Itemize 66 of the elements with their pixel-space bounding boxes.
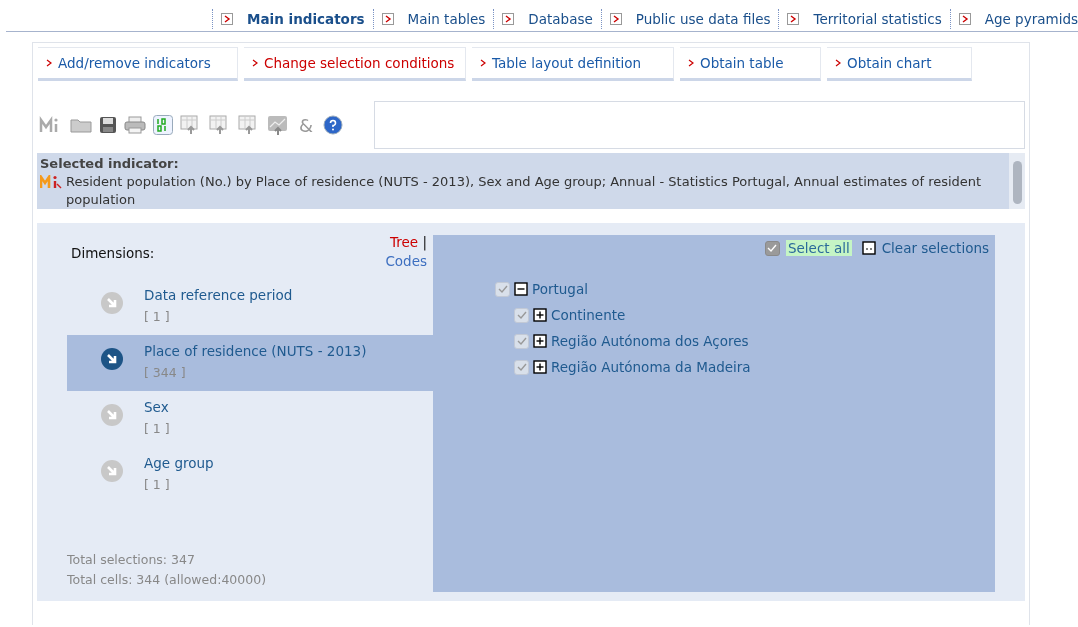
dimension-count: [ 1 ] [144, 309, 171, 324]
dimension-item[interactable]: Sex [ 1 ] [67, 391, 433, 447]
nav-arrow-icon [787, 12, 800, 25]
chevron-icon [688, 59, 694, 67]
chevron-icon [480, 59, 486, 67]
arrow-circle-icon [100, 291, 124, 315]
select-all-checkbox[interactable] [764, 240, 780, 256]
nav-arrow-icon [381, 12, 394, 25]
mi-logo-icon [40, 175, 62, 189]
folder-icon[interactable] [70, 116, 92, 134]
chevron-icon [252, 59, 258, 67]
dimension-item[interactable]: Age group [ 1 ] [67, 447, 433, 503]
step-tab[interactable]: Add/remove indicators [38, 47, 238, 81]
arrow-circle-icon [100, 403, 124, 427]
nav-tab[interactable]: Public use data files [635, 10, 771, 27]
scrollbar[interactable] [1009, 153, 1025, 209]
indicator-text: Resident population (No.) by Place of residence (NUTS - 2013), Sex and Age group; Annual - Statistics Portugal, Annual estimates of resident population [66, 173, 983, 209]
save-icon[interactable] [99, 116, 117, 134]
nav-arrow-icon [502, 12, 515, 25]
nav-tab[interactable]: Territorial statistics [813, 10, 942, 27]
nav-tab[interactable]: Database [528, 10, 593, 27]
tree-item[interactable]: Portugal [532, 281, 588, 297]
dimension-count: [ 1 ] [144, 421, 170, 436]
tree-checkbox[interactable] [495, 281, 510, 297]
tree-item[interactable]: Região Autónoma da Madeira [551, 359, 751, 375]
arrow-circle-icon [100, 347, 124, 371]
chart-export-icon[interactable] [267, 115, 289, 135]
nav-tab[interactable]: Main indicators [247, 10, 365, 27]
dimension-item[interactable]: Data reference period [ 1 ] [67, 279, 433, 335]
select-all-link[interactable]: Select all [785, 240, 852, 256]
dimension-count: [ 1 ] [144, 477, 171, 492]
dimension-name: Place of residence (NUTS - 2013) [144, 343, 367, 359]
dimension-item[interactable]: Place of residence (NUTS - 2013) [ 344 ] [67, 335, 433, 391]
clear-selections-link[interactable]: Clear selections [881, 240, 989, 256]
dimension-count: [ 344 ] [144, 365, 187, 380]
dimension-name: Age group [144, 455, 214, 471]
tree-checkbox[interactable] [514, 359, 529, 375]
chevron-icon [46, 59, 52, 67]
expand-icon[interactable] [533, 360, 547, 374]
tree-checkbox[interactable] [514, 333, 529, 349]
arrow-circle-icon [100, 459, 124, 483]
dimensions-heading: Dimensions: [71, 245, 155, 263]
codes-link[interactable]: Codes [385, 252, 427, 271]
expand-icon[interactable] [533, 334, 547, 348]
dimension-name: Data reference period [144, 287, 293, 303]
tree-link[interactable]: Tree [328, 214, 419, 250]
separator-text: | [422, 234, 427, 250]
step-tab[interactable]: Obtain table [680, 47, 821, 81]
step-tab[interactable]: Change selection conditions [244, 47, 466, 81]
tree-item[interactable]: Continente [551, 307, 626, 323]
step-tab[interactable]: Obtain chart [827, 47, 972, 81]
indicator-heading: Selected indicator: [40, 155, 180, 173]
tree-checkbox[interactable] [514, 307, 529, 323]
total-cells: Total cells: 344 (allowed:40000) [67, 572, 433, 587]
total-selections: Total selections: 347 [67, 552, 196, 567]
chevron-icon [835, 59, 841, 67]
printer-icon[interactable] [124, 116, 146, 134]
step-tab[interactable]: Table layout definition [472, 47, 674, 81]
nav-tab[interactable]: Age pyramids [984, 10, 1078, 27]
nav-tab[interactable]: Main tables [407, 10, 486, 27]
tree-item[interactable]: Região Autónoma dos Açores [551, 333, 749, 349]
binary-icon[interactable] [153, 115, 173, 135]
expand-icon[interactable] [533, 308, 547, 322]
help-icon[interactable] [323, 115, 344, 135]
dimension-name: Sex [144, 399, 170, 415]
nav-arrow-icon [221, 12, 234, 25]
